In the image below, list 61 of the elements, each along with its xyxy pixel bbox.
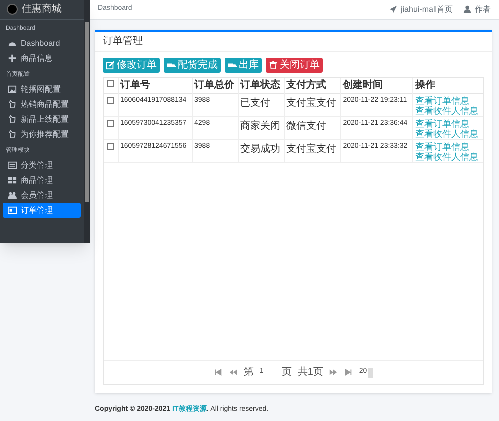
table-cell: 商家关闭 (240, 121, 281, 132)
page-total: 共1页 (298, 366, 324, 380)
toolbar-button[interactable]: 出库 (225, 58, 262, 73)
nav-item[interactable]: 订单管理 (3, 203, 81, 218)
column-header: 订单总价 (194, 80, 235, 91)
nav-item[interactable]: 分类管理 (3, 158, 81, 173)
table-cell: 支付宝支付 (286, 144, 337, 155)
trash-icon (269, 61, 278, 70)
header-link[interactable]: 作者 (463, 4, 491, 16)
column-header: 创建时间 (343, 80, 384, 91)
action-link[interactable]: 查看订单信息 (415, 96, 483, 106)
paper-plane-icon (388, 5, 398, 14)
previous-page-icon[interactable] (228, 368, 238, 377)
row-checkbox[interactable] (107, 97, 114, 104)
first-page-icon[interactable] (214, 368, 223, 377)
id-card-icon (8, 206, 17, 215)
action-link[interactable]: 查看收件人信息 (415, 129, 483, 139)
nav-item[interactable]: 新品上线配置 (3, 112, 81, 127)
nav-item[interactable]: 商品管理 (3, 173, 81, 188)
table-cell: 支付宝支付 (286, 98, 337, 109)
truck-icon (167, 61, 176, 70)
row-checkbox[interactable] (107, 143, 114, 150)
nav-item[interactable]: 轮播图配置 (3, 82, 81, 97)
nav-item[interactable]: 商品信息 (3, 51, 81, 66)
nav-item[interactable]: 热销商品配置 (3, 97, 81, 112)
scrollbar[interactable] (84, 0, 90, 243)
nav-item[interactable]: Dashboard (3, 36, 81, 51)
truck-icon (228, 61, 237, 70)
header-link[interactable]: jiahui-mall首页 (388, 4, 453, 16)
next-page-icon[interactable] (329, 368, 338, 377)
select-all-checkbox[interactable] (107, 80, 114, 87)
users-icon (8, 191, 17, 200)
column-header: 支付方式 (286, 80, 327, 91)
page-label: 页 (282, 366, 292, 380)
image-icon (8, 85, 17, 94)
last-page-icon[interactable] (344, 368, 354, 377)
table-cell: 微信支付 (286, 121, 327, 132)
table-cell: 交易成功 (240, 144, 281, 155)
toolbar-button[interactable]: 修改订单 (103, 58, 160, 73)
logo-icon (7, 4, 18, 15)
toolbar-button[interactable]: 关闭订单 (266, 58, 323, 73)
nav-item[interactable]: 为你推荐配置 (3, 127, 81, 142)
brand-name[interactable]: 佳惠商城 (22, 2, 62, 17)
row-checkbox[interactable] (107, 120, 114, 127)
user-icon (463, 5, 472, 14)
grid-icon (8, 176, 17, 185)
page-label: 第 (244, 366, 254, 380)
toolbar-button[interactable]: 配货完成 (164, 58, 221, 73)
action-link[interactable]: 查看订单信息 (415, 142, 483, 152)
list-icon (8, 161, 17, 170)
action-link[interactable]: 查看收件人信息 (415, 152, 483, 162)
nav-item[interactable]: 会员管理 (3, 188, 81, 203)
edit-icon (106, 61, 115, 70)
action-link[interactable]: 查看订单信息 (415, 119, 483, 129)
card-title: 订单管理 (95, 32, 492, 52)
column-header: 订单状态 (240, 80, 281, 91)
column-header: 订单号 (120, 80, 150, 91)
column-header: 操作 (415, 80, 436, 91)
plus-icon (8, 54, 17, 63)
action-link[interactable]: 查看收件人信息 (415, 106, 483, 116)
table-cell: 已支付 (240, 98, 271, 109)
